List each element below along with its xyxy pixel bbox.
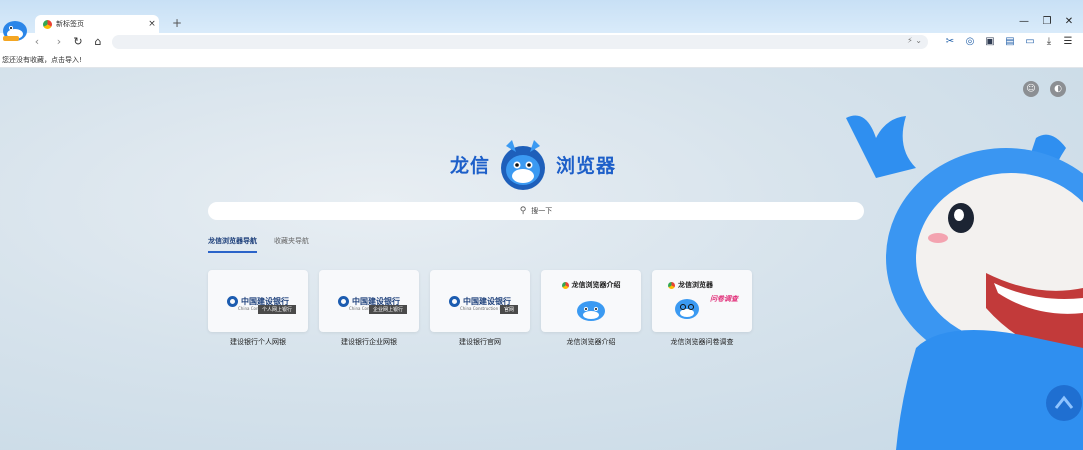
search-placeholder: 搜一下: [531, 207, 553, 215]
restore-button[interactable]: ❐: [1039, 16, 1055, 27]
address-bar[interactable]: ⚡ ⌄: [112, 35, 928, 49]
tile-ccb-personal[interactable]: 中国建设银行 China Construction Bank 个人网上银行 建设…: [208, 270, 308, 347]
intro-title: 龙信浏览器介绍: [541, 280, 641, 290]
new-tab-page: ☺ ◐ 龙信 浏览器 ⚲ 搜一下 龙信浏览器导航 收藏夹导航 中国建设银行 Ch…: [0, 68, 1083, 450]
brand-text-left: 龙信: [450, 154, 491, 177]
home-button[interactable]: ⌂: [91, 35, 105, 49]
browser-favicon-icon: [561, 281, 569, 289]
brand-logo: 龙信 浏览器: [450, 136, 616, 192]
bookmark-import-hint[interactable]: 您还没有收藏，点击导入!: [2, 55, 82, 65]
toolbar: ‹ › ↻ ⌂ ⚡ ⌄ ✂ ◎ ▣ ▤ ▭ ⤓ ☰: [0, 33, 1083, 51]
mascot-logo-icon: [501, 140, 546, 190]
brand-text-right: 浏览器: [556, 154, 617, 177]
tile-browser-survey[interactable]: 龙信浏览器 问卷调查 龙信浏览器问卷调查: [652, 270, 752, 347]
tab-strip: 新标签页 × + — ❐ ✕: [0, 0, 1083, 41]
ccb-mark-icon: [227, 295, 238, 307]
tile-caption[interactable]: 龙信浏览器问卷调查: [652, 337, 752, 347]
download-icon[interactable]: ⤓: [1043, 36, 1055, 48]
mascot-illustration: [846, 115, 1083, 450]
new-tab-button[interactable]: +: [172, 16, 182, 30]
skin-icon[interactable]: ◐: [1050, 81, 1066, 97]
survey-title: 龙信浏览器: [652, 280, 752, 290]
tile-card[interactable]: 中国建设银行 China Construction Bank 企业网上银行: [319, 270, 419, 332]
tile-caption[interactable]: 建设银行企业网银: [319, 337, 419, 347]
survey-tag: 问卷调查: [710, 295, 738, 303]
forward-button[interactable]: ›: [52, 35, 66, 49]
menu-icon[interactable]: ☰: [1062, 36, 1074, 48]
tile-card[interactable]: 龙信浏览器 问卷调查: [652, 270, 752, 332]
search-box[interactable]: ⚲ 搜一下: [208, 202, 864, 220]
mascot-small-icon: [577, 301, 605, 321]
tab-browser-nav[interactable]: 龙信浏览器导航: [208, 236, 257, 253]
ccb-mark-icon: [338, 295, 349, 307]
close-window-button[interactable]: ✕: [1061, 16, 1077, 27]
tile-caption[interactable]: 建设银行官网: [430, 337, 530, 347]
message-icon[interactable]: ▭: [1024, 36, 1036, 48]
tile-ccb-official[interactable]: 中国建设银行 China Construction Bank 官网 建设银行官网: [430, 270, 530, 347]
lock-icon[interactable]: ▣: [984, 36, 996, 48]
ccb-tag: 官网: [499, 305, 518, 314]
tile-caption[interactable]: 建设银行个人网银: [208, 337, 308, 347]
tab-close-icon[interactable]: ×: [145, 19, 159, 29]
ccb-tag: 个人网上银行: [257, 305, 296, 314]
tab-new-tab[interactable]: 新标签页 ×: [35, 15, 159, 33]
browser-favicon-icon: [668, 281, 675, 289]
ccb-tag: 企业网上银行: [368, 305, 407, 314]
chat-bubble-icon[interactable]: ◎: [964, 36, 976, 48]
address-bar-icons[interactable]: ⚡ ⌄: [907, 36, 922, 45]
tile-card[interactable]: 龙信浏览器介绍: [541, 270, 641, 332]
minimize-button[interactable]: —: [1016, 16, 1032, 27]
ccb-mark-icon: [449, 295, 460, 307]
bookmark-bar: 您还没有收藏，点击导入!: [0, 51, 1083, 68]
tab-favorites-nav[interactable]: 收藏夹导航: [274, 236, 309, 253]
tile-caption[interactable]: 龙信浏览器介绍: [541, 337, 641, 347]
tile-card[interactable]: 中国建设银行 China Construction Bank 个人网上银行: [208, 270, 308, 332]
search-icon: ⚲: [519, 206, 527, 216]
browser-favicon-icon: [43, 19, 52, 29]
nav-tabs: 龙信浏览器导航 收藏夹导航: [208, 236, 326, 253]
calendar-icon[interactable]: ▤: [1004, 36, 1016, 48]
app-logo-icon: [3, 21, 27, 41]
tile-browser-intro[interactable]: 龙信浏览器介绍 龙信浏览器介绍: [541, 270, 641, 347]
reload-button[interactable]: ↻: [71, 35, 85, 49]
tile-card[interactable]: 中国建设银行 China Construction Bank 官网: [430, 270, 530, 332]
scissors-icon[interactable]: ✂: [944, 36, 956, 48]
back-button[interactable]: ‹: [30, 35, 44, 49]
mascot-survey-icon: [675, 299, 699, 319]
user-icon[interactable]: ☺: [1023, 81, 1039, 97]
tile-ccb-enterprise[interactable]: 中国建设银行 China Construction Bank 企业网上银行 建设…: [319, 270, 419, 347]
tab-title: 新标签页: [56, 20, 84, 28]
